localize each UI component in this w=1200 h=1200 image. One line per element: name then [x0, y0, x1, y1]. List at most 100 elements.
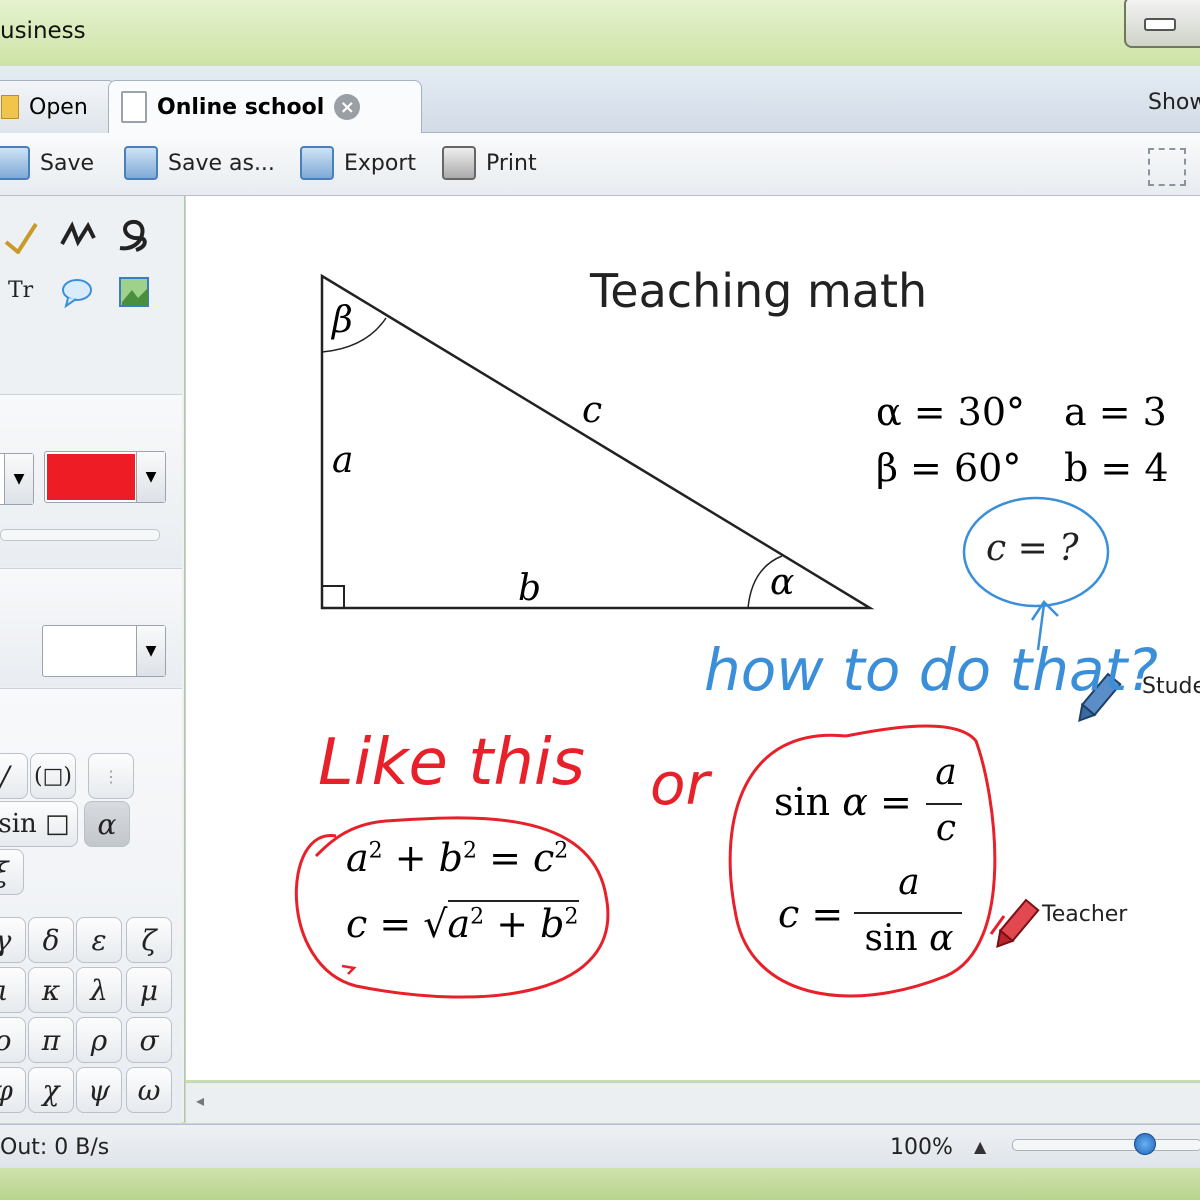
sin-symbol-label: sin	[0, 809, 37, 839]
tab-bar: Open Online school ×	[0, 66, 1200, 133]
text-tool[interactable]: Tr	[8, 278, 33, 303]
greek-letter-button[interactable]: φ	[0, 1067, 26, 1113]
save-label: Save	[40, 150, 95, 176]
teacher-handwriting-like-this: Like this	[318, 726, 585, 800]
color-swatch	[47, 454, 135, 500]
greek-letter-button[interactable]: κ	[28, 967, 74, 1013]
horizontal-scrollbar[interactable]: ◂	[186, 1082, 1200, 1123]
greek-letter-button[interactable]: ψ	[76, 1067, 122, 1113]
given-alpha: α = 30°	[876, 390, 1026, 434]
side-c-label: c	[582, 390, 603, 431]
beta-label: β	[332, 300, 353, 341]
freehand-tool-icon[interactable]	[58, 218, 98, 261]
window-title: usiness	[0, 18, 86, 44]
zoom-out-icon[interactable]: ▲	[974, 1137, 986, 1156]
sin-symbol[interactable]: sin □	[0, 801, 78, 847]
image-tool-icon[interactable]	[118, 276, 150, 315]
window-bottom-border	[0, 1168, 1200, 1200]
color-section: ▼ ▼	[0, 394, 182, 567]
question-text: c = ?	[986, 528, 1079, 569]
teacher-circle-tail	[341, 964, 357, 975]
save-as-label: Save as...	[168, 150, 275, 176]
scroll-left-icon[interactable]: ◂	[196, 1091, 204, 1110]
right-angle-mark	[321, 585, 345, 609]
greek-letter-button[interactable]: π	[28, 1017, 74, 1063]
chevron-down-icon: ▼	[136, 626, 165, 676]
greek-letter-button[interactable]: ρ	[76, 1017, 122, 1063]
folder-icon	[1, 95, 19, 119]
curve-tool-icon[interactable]	[114, 216, 154, 263]
triangle-shape	[320, 273, 875, 610]
formula-section: / (□) ⋮ sin □ α ξ γδεζ ικλμ οπρσ φχψω	[0, 688, 182, 1123]
c-formula: c =	[778, 892, 844, 936]
color-select[interactable]: ▼	[44, 451, 166, 503]
window-controls[interactable]	[1124, 0, 1200, 48]
side-b-label: b	[518, 568, 542, 609]
sine-formula: sin α =	[774, 780, 912, 824]
teacher-tag: Teacher	[1042, 902, 1128, 927]
canvas-heading: Teaching math	[590, 264, 928, 318]
sine-numerator: a	[935, 752, 957, 793]
printer-icon	[442, 146, 476, 180]
greek-letter-button[interactable]: ω	[126, 1067, 172, 1113]
c-numerator: a	[898, 862, 920, 903]
zoom-level: 100%	[890, 1135, 953, 1160]
minimize-icon[interactable]	[1144, 18, 1176, 31]
highlighter-tool-icon[interactable]	[4, 218, 40, 261]
student-tag: Stude	[1142, 674, 1200, 699]
greek-letter-button[interactable]: μ	[126, 967, 172, 1013]
thickness-slider[interactable]	[0, 529, 160, 541]
chevron-down-icon: ▼	[4, 454, 33, 504]
side-a-label: a	[332, 440, 354, 481]
greek-letter-button[interactable]: ε	[76, 917, 122, 963]
matrix-symbol[interactable]: ⋮	[88, 753, 134, 799]
zoom-slider[interactable]	[1012, 1139, 1200, 1151]
export-button[interactable]: Export	[300, 145, 416, 181]
c-fraction-bar	[854, 912, 962, 914]
print-label: Print	[486, 150, 537, 176]
save-as-button[interactable]: Save as...	[124, 145, 275, 181]
sine-fraction-bar	[926, 803, 962, 805]
close-tab-icon[interactable]: ×	[334, 94, 361, 120]
tab-open[interactable]: Open	[0, 80, 116, 133]
greek-letter-button[interactable]: ι	[0, 967, 26, 1013]
status-bar: Out: 0 B/s 100% ▲	[0, 1124, 1200, 1169]
given-b: b = 4	[1064, 446, 1169, 490]
line-style-select[interactable]: ▼	[0, 453, 34, 505]
greek-xi-button[interactable]: ξ	[0, 849, 24, 895]
tab-online-school-label: Online school	[157, 94, 325, 120]
export-icon	[300, 146, 334, 180]
pythagoras-formula: a2 + b2 = c2	[346, 836, 569, 880]
given-beta: β = 60°	[876, 446, 1022, 490]
student-handwriting: how to do that?	[704, 636, 1159, 704]
greek-alpha-button[interactable]: α	[84, 801, 130, 847]
greek-letter-button[interactable]: σ	[126, 1017, 172, 1063]
brackets-symbol[interactable]: (□)	[30, 753, 76, 799]
document-icon	[121, 91, 147, 123]
save-as-icon	[124, 146, 158, 180]
greek-letter-button[interactable]: χ	[28, 1067, 74, 1113]
whiteboard-canvas[interactable]: Teaching math β c a b α α = 30° a = 3 β …	[186, 196, 1200, 1080]
chevron-down-icon: ▼	[136, 452, 165, 502]
sine-denominator: c	[935, 808, 957, 849]
tool-panel: Tr ▼ ▼ ▼ / (□) ⋮ sin □ α ξ γδεζ ικλμ οπρσ φ…	[0, 196, 185, 1123]
zoom-slider-thumb[interactable]	[1134, 1133, 1156, 1155]
greek-letter-button[interactable]: γ	[0, 917, 26, 963]
greek-letter-button[interactable]: δ	[28, 917, 74, 963]
comment-tool-icon[interactable]	[60, 278, 94, 315]
save-icon	[0, 146, 30, 180]
teacher-handwriting-or: or	[650, 750, 710, 818]
show-menu[interactable]: Show	[1148, 90, 1200, 115]
tab-online-school[interactable]: Online school ×	[108, 80, 422, 133]
title-bar: usiness	[0, 0, 1200, 67]
greek-letter-button[interactable]: λ	[76, 967, 122, 1013]
print-button[interactable]: Print	[442, 145, 537, 181]
fullscreen-icon[interactable]	[1148, 148, 1186, 186]
greek-letter-button[interactable]: ο	[0, 1017, 26, 1063]
alpha-label: α	[770, 562, 795, 603]
save-button[interactable]: Save	[0, 145, 94, 181]
fraction-symbol[interactable]: /	[0, 753, 28, 799]
greek-letter-button[interactable]: ζ	[126, 917, 172, 963]
fill-select[interactable]: ▼	[42, 625, 166, 677]
hypotenuse-formula: c = √a2 + b2	[346, 900, 579, 946]
